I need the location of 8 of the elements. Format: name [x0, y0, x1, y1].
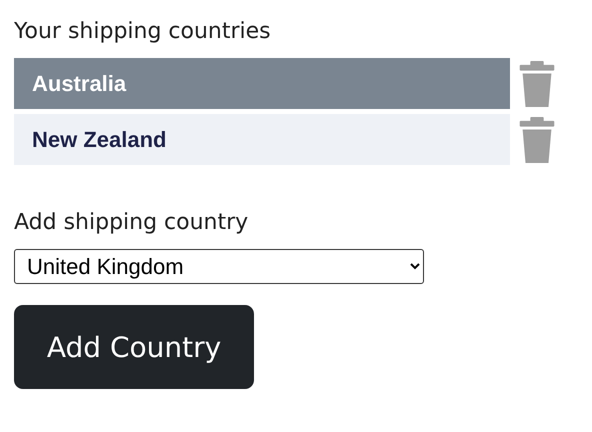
country-item[interactable]: Australia: [14, 58, 510, 109]
add-country-button[interactable]: Add Country: [14, 305, 254, 389]
field-label: Add shipping country: [14, 209, 248, 237]
country-item[interactable]: New Zealand: [14, 114, 510, 165]
section-heading: Your shipping countries: [14, 18, 271, 46]
trash-icon[interactable]: [519, 60, 555, 106]
trash-icon[interactable]: [519, 116, 555, 162]
country-dropdown[interactable]: United Kingdom: [14, 249, 424, 284]
